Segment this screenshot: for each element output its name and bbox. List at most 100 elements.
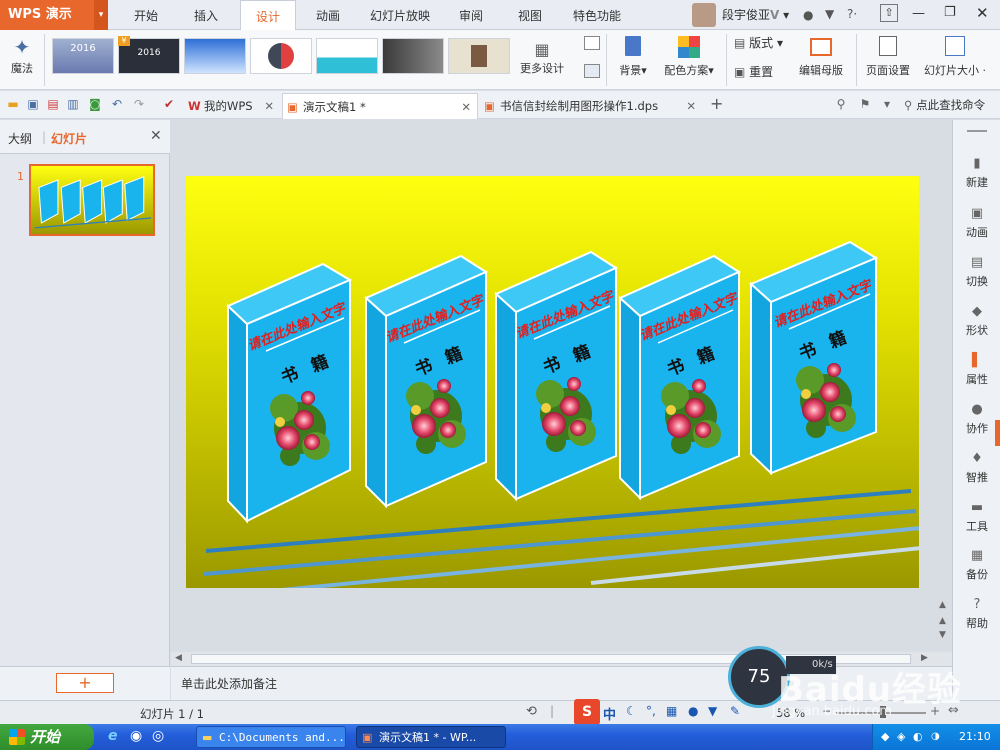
book-3[interactable]: 请在此处输入文字 书 籍 [494, 250, 619, 502]
sidebar-item-properties[interactable]: ▌ 属性 [953, 353, 1000, 387]
shield-icon[interactable]: ◈ [897, 724, 905, 750]
new-tab-icon[interactable]: + [710, 94, 723, 113]
tab-outline[interactable]: 大纲 [8, 130, 32, 147]
close-tab-icon[interactable]: ✕ [686, 93, 696, 119]
wrench-icon[interactable]: ✎ [730, 704, 740, 718]
skin-shirt-icon[interactable]: ▼ [708, 704, 717, 718]
page-down-icon[interactable]: ▼ [939, 630, 946, 640]
user-avatar[interactable] [692, 3, 716, 27]
volume-icon[interactable]: ◐ [913, 724, 923, 750]
sidebar-item-help[interactable]: ? 帮助 [953, 597, 1000, 631]
skin-icon[interactable]: ● [803, 8, 813, 22]
tab-review[interactable]: 审阅 [446, 0, 496, 30]
doc-tab-my-wps[interactable]: W 我的WPS ✕ [184, 93, 280, 119]
clock[interactable]: 21:10 [959, 724, 991, 750]
tab-animation[interactable]: 动画 [302, 0, 354, 30]
sidebar-item-transition[interactable]: ▤ 切换 [953, 255, 1000, 289]
tray-extra-icon[interactable]: ◑ [931, 724, 940, 750]
slide-canvas[interactable]: 请在此处输入文字 书 籍 请在此处输入文字 书 籍 请在此处输入文字 书 籍 请… [186, 176, 919, 588]
reset-button[interactable]: ▣ 重置 [734, 63, 773, 80]
taskbar-item-wps[interactable]: ▣ 演示文稿1 * - WP... [356, 726, 506, 748]
pin-icon[interactable]: ⚲ [834, 97, 848, 111]
book-2[interactable]: 请在此处输入文字 书 籍 [364, 254, 489, 509]
moon-icon[interactable]: ☾ [626, 704, 637, 718]
ie-alt-quicklaunch-icon[interactable]: ◉ [130, 728, 142, 744]
open-folder-icon[interactable]: ▬ [6, 97, 20, 111]
design-template-4[interactable] [250, 38, 312, 74]
close-panel-icon[interactable]: ✕ [150, 128, 162, 144]
ie-quicklaunch-icon[interactable]: e [108, 728, 118, 744]
close-tab-icon[interactable]: ✕ [264, 93, 274, 119]
taskbar-item-explorer[interactable]: ▬ C:\Documents and... [196, 726, 346, 748]
design-template-7[interactable] [448, 38, 510, 74]
background-button[interactable]: 背景▾ [612, 34, 654, 78]
user-name[interactable]: 段宇俊亚V ▾ [722, 0, 789, 30]
restore-icon[interactable]: ❐ [944, 5, 956, 20]
doc-tab-presentation1[interactable]: ▣ 演示文稿1 * ✕ [282, 93, 478, 119]
network-icon[interactable]: ◆ [881, 724, 889, 750]
scroll-left-icon[interactable]: ◀ [175, 653, 182, 663]
sogou-ime-icon[interactable]: S [574, 699, 600, 725]
tab-slides[interactable]: 幻灯片 [51, 130, 87, 147]
book-1[interactable]: 请在此处输入文字 书 籍 [226, 262, 353, 524]
user-icon[interactable]: ● [688, 704, 698, 718]
page-up-icon[interactable]: ▲ [939, 616, 946, 626]
edit-master-button[interactable]: 编辑母版 [792, 34, 850, 78]
sidebar-item-collaborate[interactable]: ● 协作 [953, 402, 1000, 436]
design-template-3[interactable] [184, 38, 246, 74]
doc-tab-envelope[interactable]: ▣ 书信信封绘制用图形操作1.dps ✕ [480, 93, 702, 119]
book-4[interactable]: 请在此处输入文字 书 籍 [618, 254, 742, 501]
scroll-up-templates-icon[interactable] [584, 36, 600, 50]
collapse-ribbon-icon[interactable]: ⇧ [880, 4, 898, 22]
ime-mode[interactable]: 中 [603, 704, 616, 723]
format-painter-icon[interactable]: ✔ [162, 97, 176, 111]
sidebar-menu-icon[interactable] [967, 130, 987, 132]
close-window-icon[interactable]: ✕ [976, 4, 989, 22]
sidebar-item-shape[interactable]: ◆ 形状 [953, 304, 1000, 338]
tab-special-features[interactable]: 特色功能 [562, 0, 632, 30]
tab-slideshow[interactable]: 幻灯片放映 [360, 0, 440, 30]
wps-app-menu-button[interactable]: WPS 演示 ▾ [0, 0, 108, 30]
magic-button[interactable]: ✦ 魔法 [4, 34, 40, 76]
sidebar-item-tools[interactable]: ▬ 工具 [953, 500, 1000, 534]
export-pdf-icon[interactable]: ▤ [46, 97, 60, 111]
color-scheme-button[interactable]: 配色方案▾ [658, 34, 720, 78]
layout-button[interactable]: ▤ 版式 ▾ [734, 34, 783, 51]
add-slide-button[interactable]: + [56, 673, 114, 693]
sidebar-item-new[interactable]: ▮ 新建 [953, 156, 1000, 190]
print-icon[interactable]: ▥ [66, 97, 80, 111]
close-tab-icon[interactable]: ✕ [461, 94, 471, 120]
slide-size-button[interactable]: 幻灯片大小 · [918, 34, 992, 78]
page-setup-button[interactable]: 页面设置 [860, 34, 916, 78]
slide-thumbnail-1[interactable] [29, 164, 155, 236]
tab-view[interactable]: 视图 [504, 0, 556, 30]
sidebar-collapse-handle[interactable] [995, 420, 1000, 446]
undo-icon[interactable]: ↶ [110, 97, 124, 111]
book-5[interactable]: 请在此处输入文字 书 籍 [749, 240, 879, 476]
sidebar-item-smart-push[interactable]: ♦ 智推 [953, 451, 1000, 485]
redo-icon[interactable]: ↷ [132, 97, 146, 111]
browser-quicklaunch-icon[interactable]: ◎ [152, 728, 164, 744]
punctuation-icon[interactable]: °, [646, 704, 656, 718]
design-template-6[interactable] [382, 38, 444, 74]
help-icon[interactable]: ?· [847, 7, 857, 21]
keyboard-icon[interactable]: ▦ [666, 704, 677, 718]
tab-insert[interactable]: 插入 [180, 0, 232, 30]
expand-templates-icon[interactable] [584, 64, 600, 78]
history-icon[interactable]: ⟲ [526, 704, 537, 719]
start-button[interactable]: 开始 [0, 724, 94, 750]
sidebar-item-animation[interactable]: ▣ 动画 [953, 206, 1000, 240]
shirt-icon[interactable]: ▼ [825, 7, 834, 21]
share-icon[interactable]: ⚑ [858, 97, 872, 111]
command-search[interactable]: ⚲ 点此查找命令 [904, 97, 985, 113]
minimize-icon[interactable]: — [912, 6, 925, 21]
tab-design[interactable]: 设计 [240, 0, 296, 31]
design-template-1[interactable]: 2016 [52, 38, 114, 74]
sidebar-item-backup[interactable]: ▦ 备份 [953, 548, 1000, 582]
tab-start[interactable]: 开始 [120, 0, 172, 30]
save-icon[interactable]: ▣ [26, 97, 40, 111]
design-template-5[interactable] [316, 38, 378, 74]
app-menu-dropdown-icon[interactable]: ▾ [94, 0, 108, 30]
scroll-up-icon[interactable]: ▲ [939, 600, 946, 610]
print-preview-icon[interactable]: ◙ [88, 97, 102, 111]
